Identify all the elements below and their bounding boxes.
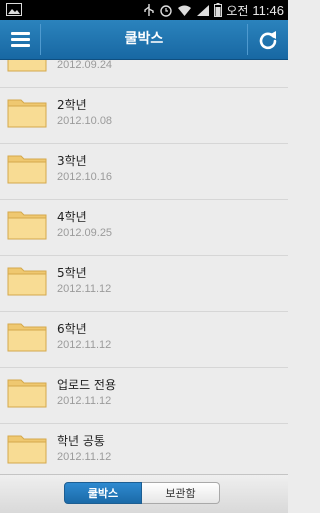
folder-date: 2012.09.25 [57, 227, 113, 239]
status-bar: 오전 11:46 [0, 0, 288, 20]
folder-list: 2012.09.24 2학년 2012.10.08 3학년 2012.10.16… [0, 60, 288, 474]
folder-icon [7, 267, 47, 296]
folder-date: 2012.11.12 [57, 395, 112, 407]
tab-coolbox[interactable]: 쿨박스 [64, 482, 142, 504]
tab-storage[interactable]: 보관함 [142, 482, 220, 504]
refresh-button[interactable] [248, 20, 288, 59]
list-item[interactable]: 4학년 2012.09.25 [0, 200, 288, 256]
list-item[interactable]: 3학년 2012.10.16 [0, 144, 288, 200]
folder-icon [7, 211, 47, 240]
folder-date: 2012.11.12 [57, 451, 112, 463]
signal-icon [197, 4, 210, 16]
list-item[interactable]: 업로드 전용 2012.11.12 [0, 368, 288, 424]
list-item[interactable]: 2012.09.24 [0, 60, 288, 88]
folder-date: 2012.11.12 [57, 283, 112, 295]
folder-name: 3학년 [57, 154, 87, 168]
image-icon [6, 3, 22, 16]
status-time: 11:46 [252, 2, 284, 18]
folder-icon [7, 155, 47, 184]
folder-icon [7, 99, 47, 128]
app-bar: 쿨박스 [0, 20, 288, 60]
battery-icon [214, 3, 223, 17]
folder-date: 2012.10.08 [57, 115, 113, 127]
list-item[interactable]: 5학년 2012.11.12 [0, 256, 288, 312]
list-item[interactable]: 6학년 2012.11.12 [0, 312, 288, 368]
folder-date: 2012.11.12 [57, 339, 112, 351]
folder-name: 업로드 전용 [57, 378, 117, 392]
folder-icon [7, 435, 47, 464]
folder-icon [7, 379, 47, 408]
folder-name: 6학년 [57, 322, 87, 336]
folder-icon [7, 60, 47, 72]
folder-date: 2012.10.16 [57, 171, 113, 183]
usb-icon [144, 4, 155, 16]
status-ampm: 오전 [226, 3, 249, 18]
folder-name: 5학년 [57, 266, 87, 280]
alarm-icon [160, 5, 173, 17]
folder-name: 4학년 [57, 210, 87, 224]
refresh-icon [259, 30, 277, 49]
list-item[interactable]: 2학년 2012.10.08 [0, 88, 288, 144]
list-item[interactable]: 학년 공통 2012.11.12 [0, 424, 288, 474]
wifi-icon [178, 5, 192, 16]
bottom-tab-bar: 쿨박스 보관함 [0, 474, 288, 513]
folder-icon [7, 323, 47, 352]
page-title: 쿨박스 [124, 31, 164, 47]
folder-name: 2학년 [57, 98, 87, 112]
folder-date: 2012.09.24 [57, 60, 113, 71]
folder-name: 학년 공통 [57, 434, 105, 448]
